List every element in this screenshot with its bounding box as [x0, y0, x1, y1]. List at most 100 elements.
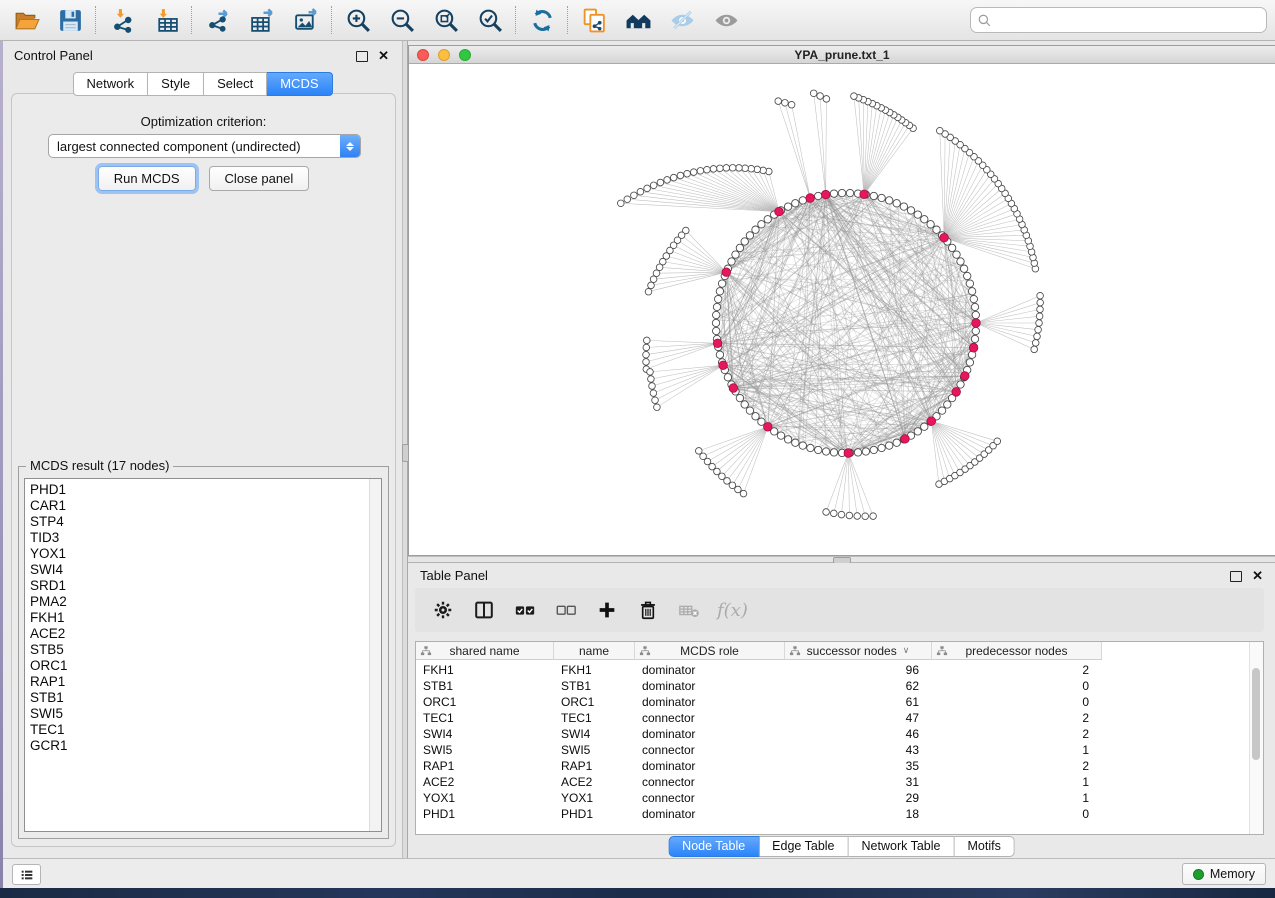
- network-node[interactable]: [893, 439, 900, 446]
- network-node[interactable]: [921, 423, 928, 430]
- zoom-in-button[interactable]: [336, 3, 380, 37]
- network-node[interactable]: [657, 179, 664, 186]
- mcds-node-item[interactable]: STB5: [25, 642, 381, 658]
- network-node[interactable]: [718, 280, 725, 287]
- network-node[interactable]: [862, 513, 869, 520]
- network-node[interactable]: [650, 390, 657, 397]
- network-node[interactable]: [650, 182, 657, 189]
- network-node[interactable]: [966, 280, 973, 287]
- network-node[interactable]: [878, 444, 885, 451]
- table-row[interactable]: STB1STB1dominator620: [416, 678, 1263, 694]
- add-column-button[interactable]: [594, 597, 620, 623]
- mcds-node-item[interactable]: PHD1: [25, 482, 381, 498]
- network-node[interactable]: [760, 167, 767, 174]
- network-node[interactable]: [650, 276, 657, 283]
- network-node[interactable]: [1032, 340, 1039, 347]
- clone-network-button[interactable]: [572, 3, 616, 37]
- network-node[interactable]: [710, 166, 717, 173]
- tab-node-table[interactable]: Node Table: [668, 836, 759, 857]
- network-node[interactable]: [948, 244, 955, 251]
- deselect-all-button[interactable]: [553, 597, 579, 623]
- network-node[interactable]: [782, 100, 789, 107]
- network-node[interactable]: [723, 165, 730, 172]
- network-node[interactable]: [968, 288, 975, 295]
- float-panel-icon[interactable]: [356, 51, 368, 62]
- network-node[interactable]: [944, 401, 951, 408]
- network-node[interactable]: [927, 221, 934, 228]
- network-node[interactable]: [831, 510, 838, 517]
- network-node[interactable]: [846, 189, 853, 196]
- network-node[interactable]: [775, 98, 782, 105]
- mcds-node-item[interactable]: TID3: [25, 530, 381, 546]
- tab-edge-table[interactable]: Edge Table: [759, 836, 848, 857]
- network-node[interactable]: [741, 238, 748, 245]
- mcds-dominator-node[interactable]: [719, 361, 728, 370]
- tab-style[interactable]: Style: [148, 72, 204, 96]
- tab-network-table[interactable]: Network Table: [849, 836, 955, 857]
- network-node[interactable]: [637, 188, 644, 195]
- network-node[interactable]: [643, 351, 650, 358]
- mcds-node-item[interactable]: CAR1: [25, 498, 381, 514]
- network-node[interactable]: [752, 413, 759, 420]
- function-builder-button[interactable]: f(x): [717, 597, 748, 623]
- show-all-button[interactable]: [704, 3, 748, 37]
- network-node[interactable]: [724, 374, 731, 381]
- network-node[interactable]: [907, 207, 914, 214]
- mcds-node-item[interactable]: ORC1: [25, 658, 381, 674]
- select-all-button[interactable]: [512, 597, 538, 623]
- network-node[interactable]: [648, 282, 655, 289]
- network-node[interactable]: [886, 442, 893, 449]
- network-node[interactable]: [862, 448, 869, 455]
- table-row[interactable]: ACE2ACE2connector311: [416, 774, 1263, 790]
- network-node[interactable]: [729, 165, 736, 172]
- network-node[interactable]: [728, 258, 735, 265]
- network-node[interactable]: [788, 101, 795, 108]
- network-node[interactable]: [752, 226, 759, 233]
- network-node[interactable]: [741, 401, 748, 408]
- zoom-out-button[interactable]: [380, 3, 424, 37]
- tab-select[interactable]: Select: [204, 72, 267, 96]
- settings-button[interactable]: [430, 597, 456, 623]
- mcds-node-item[interactable]: TEC1: [25, 722, 381, 738]
- network-node[interactable]: [758, 221, 765, 228]
- network-node[interactable]: [697, 168, 704, 175]
- network-node[interactable]: [736, 394, 743, 401]
- result-list-scrollbar[interactable]: [369, 479, 381, 831]
- optimization-criterion-select[interactable]: largest connected component (undirected): [48, 134, 361, 158]
- zoom-fit-button[interactable]: [424, 3, 468, 37]
- network-node[interactable]: [784, 436, 791, 443]
- network-node[interactable]: [649, 383, 656, 390]
- network-node[interactable]: [653, 270, 660, 277]
- network-node[interactable]: [972, 311, 979, 318]
- mcds-node-item[interactable]: SWI4: [25, 562, 381, 578]
- export-network-button[interactable]: [196, 3, 240, 37]
- mcds-dominator-node[interactable]: [729, 384, 738, 393]
- close-panel-button[interactable]: Close panel: [209, 166, 310, 191]
- network-node[interactable]: [851, 93, 858, 100]
- mcds-dominator-node[interactable]: [940, 233, 949, 242]
- mcds-dominator-node[interactable]: [901, 435, 910, 444]
- close-panel-icon[interactable]: ✕: [378, 50, 389, 62]
- network-node[interactable]: [960, 265, 967, 272]
- network-node[interactable]: [799, 197, 806, 204]
- mcds-node-item[interactable]: SRD1: [25, 578, 381, 594]
- column-header-shared-name[interactable]: shared name: [416, 642, 554, 660]
- column-header-name[interactable]: name: [554, 642, 635, 660]
- network-node[interactable]: [618, 200, 625, 207]
- network-node[interactable]: [933, 226, 940, 233]
- network-node[interactable]: [647, 369, 654, 376]
- table-row[interactable]: ORC1ORC1dominator610: [416, 694, 1263, 710]
- network-node[interactable]: [645, 288, 652, 295]
- mcds-dominator-node[interactable]: [972, 319, 981, 328]
- mcds-dominator-node[interactable]: [775, 207, 784, 216]
- table-row[interactable]: YOX1YOX1connector291: [416, 790, 1263, 806]
- horizontal-splitter[interactable]: [408, 556, 1275, 563]
- mcds-node-item[interactable]: ACE2: [25, 626, 381, 642]
- network-node[interactable]: [1031, 346, 1038, 353]
- save-session-button[interactable]: [48, 3, 92, 37]
- network-node[interactable]: [748, 165, 755, 172]
- network-node[interactable]: [746, 232, 753, 239]
- network-node[interactable]: [830, 449, 837, 456]
- network-node[interactable]: [792, 439, 799, 446]
- column-header-successor-nodes[interactable]: successor nodes∨: [785, 642, 932, 660]
